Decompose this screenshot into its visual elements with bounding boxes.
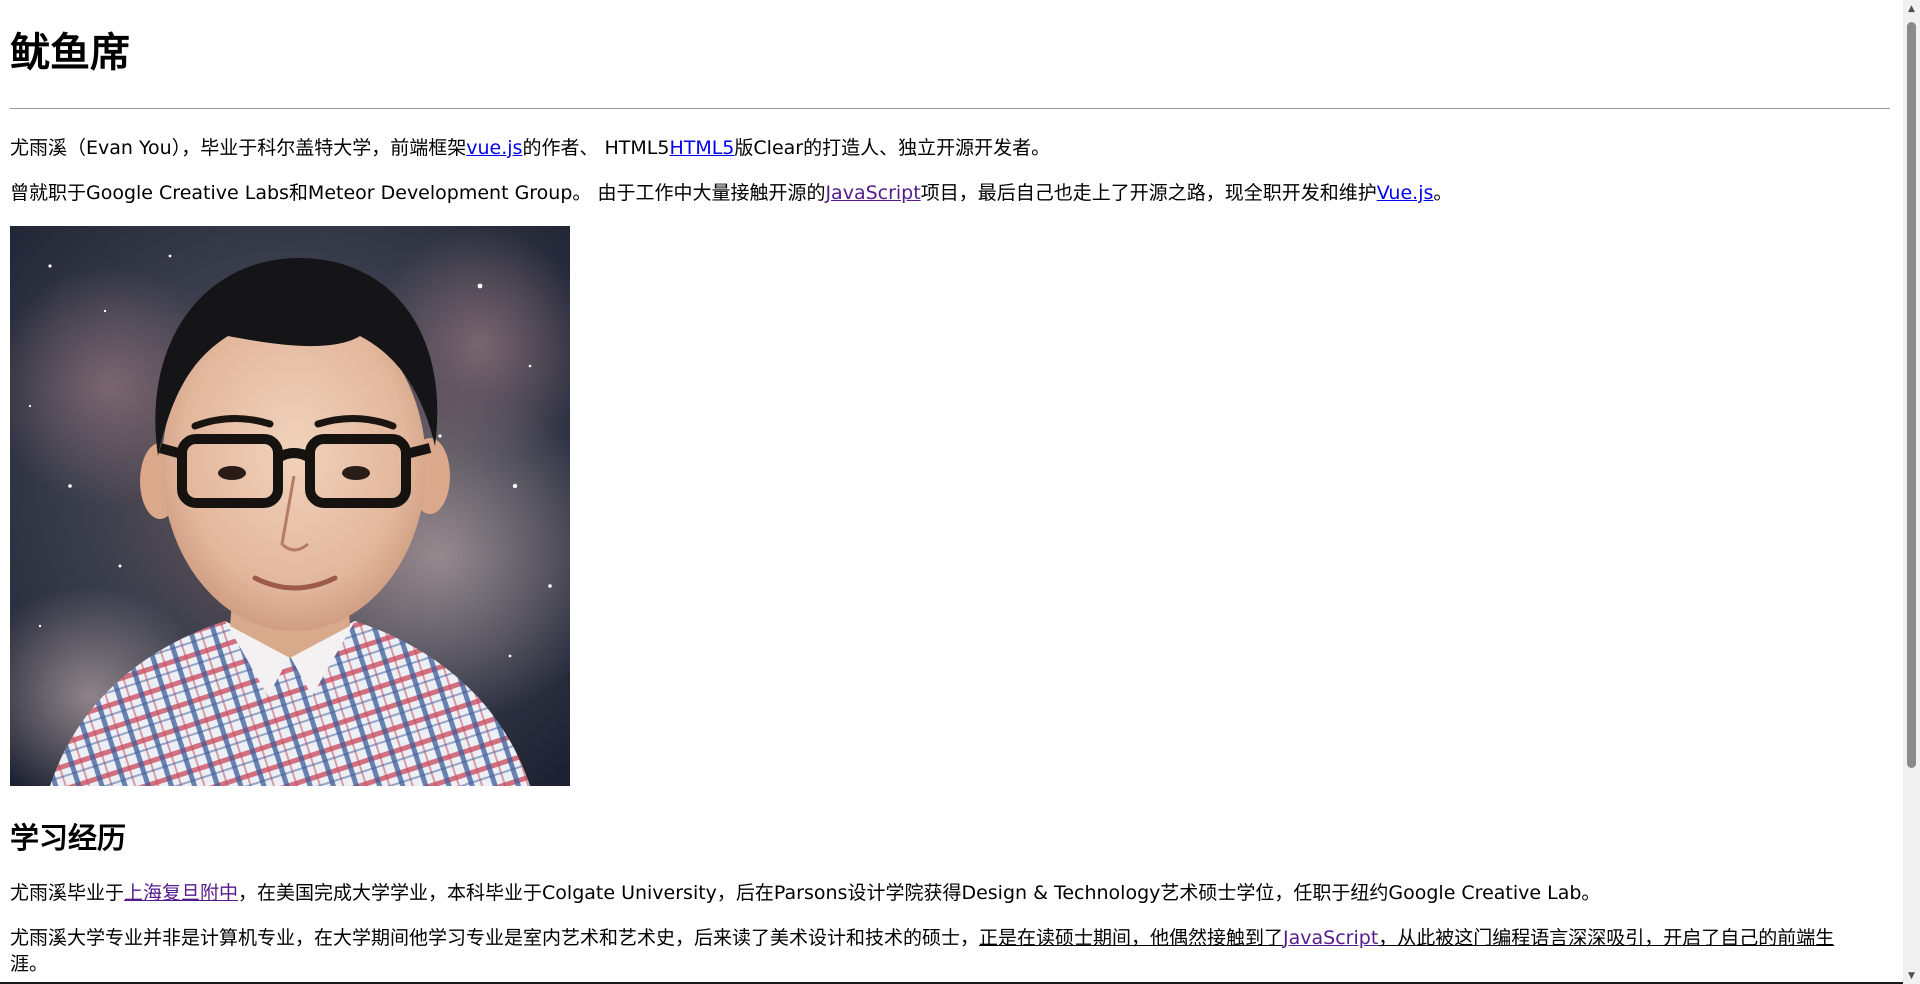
education-text: 涯。 — [10, 953, 49, 975]
scroll-down-arrow-icon[interactable]: ▼ — [1903, 967, 1920, 984]
intro-text: 版Clear的打造人、独立开源开发者。 — [734, 137, 1051, 159]
page-title: 鱿鱼席 — [10, 30, 130, 76]
fudan-high-school-link[interactable]: 上海复旦附中 — [124, 882, 238, 904]
education-paragraph-2: 尤雨溪大学专业并非是计算机专业，在大学期间他学习专业是室内艺术和艺术史，后来读了… — [10, 925, 1890, 977]
education-text: 尤雨溪毕业于 — [10, 882, 125, 904]
education-text: ，从此被这门编程语言深深吸引，开启了自己的前端生 — [1378, 927, 1835, 949]
section-heading-education: 学习经历 — [10, 821, 127, 855]
intro-paragraph-2: 曾就职于Google Creative Labs和Meteor Developm… — [10, 180, 1890, 206]
scrollbar-thumb[interactable] — [1907, 22, 1916, 768]
education-paragraph-1: 尤雨溪毕业于上海复旦附中，在美国完成大学学业，本科毕业于Colgate Univ… — [10, 880, 1890, 906]
intro-text: 项目，最后自己也走上了开源之路，现全职开发和维护 — [920, 182, 1377, 204]
intro-text: 的作者、 HTML5 — [522, 137, 670, 159]
education-text: 正是在读硕士期间，他偶然接触到了 — [979, 927, 1284, 949]
javascript-link[interactable]: JavaScript — [825, 182, 920, 204]
portrait-image — [10, 226, 570, 786]
intro-text: 曾就职于Google Creative Labs和Meteor Developm… — [10, 182, 826, 204]
vuejs-link-2[interactable]: Vue.js — [1377, 182, 1434, 204]
vertical-scrollbar[interactable]: ▲ ▼ — [1903, 0, 1920, 984]
scroll-up-arrow-icon[interactable]: ▲ — [1903, 0, 1920, 17]
education-text: 尤雨溪大学专业并非是计算机专业，在大学期间他学习专业是室内艺术和艺术史，后来读了… — [10, 927, 980, 949]
intro-text: 。 — [1433, 182, 1453, 204]
education-text: ，在美国完成大学学业，本科毕业于Colgate University，后在Par… — [238, 882, 1601, 904]
javascript-link-2[interactable]: JavaScript — [1283, 927, 1378, 949]
intro-paragraph-1: 尤雨溪（Evan You），毕业于科尔盖特大学，前端框架vue.js的作者、 H… — [10, 135, 1890, 161]
title-divider — [10, 108, 1890, 109]
underlined-quote: 正是在读硕士期间，他偶然接触到了JavaScript，从此被这门编程语言深深吸引… — [979, 927, 1834, 949]
html5-link[interactable]: HTML5 — [669, 137, 734, 159]
article: 鱿鱼席 尤雨溪（Evan You），毕业于科尔盖特大学，前端框架vue.js的作… — [10, 0, 1890, 977]
vuejs-link[interactable]: vue.js — [466, 137, 522, 159]
intro-text: 尤雨溪（Evan You），毕业于科尔盖特大学，前端框架 — [10, 137, 467, 159]
